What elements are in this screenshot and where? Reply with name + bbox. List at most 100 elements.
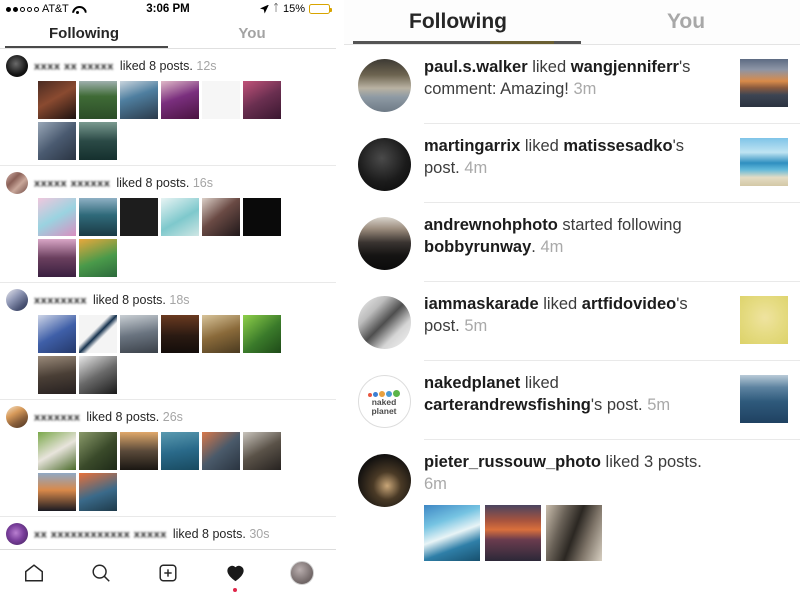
actor-username[interactable]: iammaskarade [424, 295, 539, 313]
thumbnail[interactable] [38, 198, 76, 236]
username-redacted[interactable]: xxxxxxx [34, 412, 80, 423]
tab-following[interactable]: Following [344, 10, 572, 34]
list-item[interactable]: xxxxx xxxxxx liked 8 posts. 16s [0, 166, 336, 283]
thumbnail-wrap [728, 452, 800, 454]
thumbnail[interactable] [120, 198, 158, 236]
thumbnail[interactable] [740, 138, 788, 186]
thumbnail[interactable] [202, 315, 240, 353]
activity-heart-icon[interactable] [215, 558, 255, 592]
thumbnail[interactable] [38, 122, 76, 160]
thumbnail[interactable] [546, 504, 602, 561]
thumbnail[interactable] [243, 81, 281, 119]
tab-following[interactable]: Following [0, 18, 168, 48]
tab-you[interactable]: You [572, 10, 800, 34]
list-item[interactable]: iammaskarade liked artfidovideo's post. … [344, 282, 800, 361]
thumbnail[interactable] [38, 473, 76, 511]
target-username[interactable]: bobbyrunway [424, 238, 531, 256]
actor-username[interactable]: andrewnohphoto [424, 216, 558, 234]
thumbnail[interactable] [202, 432, 240, 470]
thumbnail[interactable] [38, 81, 76, 119]
search-icon[interactable] [81, 558, 121, 588]
avatar[interactable] [6, 172, 28, 194]
thumbnail[interactable] [79, 473, 117, 511]
thumbnail[interactable] [79, 315, 117, 353]
thumbnail[interactable] [161, 198, 199, 236]
avatar-wrap: naked planet [344, 373, 424, 428]
add-post-icon[interactable] [148, 558, 188, 588]
avatar[interactable] [357, 217, 411, 270]
avatar[interactable]: naked planet [357, 375, 411, 428]
list-item[interactable]: xxxx xx xxxxx liked 8 posts. 12s [0, 49, 336, 166]
liked-post-thumbnails[interactable] [38, 81, 316, 160]
thumbnail[interactable] [202, 81, 240, 119]
avatar[interactable] [357, 454, 411, 507]
thumbnail[interactable] [740, 59, 788, 107]
thumbnail[interactable] [243, 198, 281, 236]
thumbnail[interactable] [161, 315, 199, 353]
liked-post-thumbnails[interactable] [424, 504, 720, 561]
following-activity-feed[interactable]: xxxx xx xxxxx liked 8 posts. 12s xxxxx x… [0, 49, 336, 549]
username-redacted[interactable]: xxxxxxxx [34, 295, 87, 306]
target-username[interactable]: carterandrewsfishing [424, 396, 591, 414]
following-activity-feed[interactable]: paul.s.walker liked wangjenniferr's comm… [344, 45, 800, 595]
username-redacted[interactable]: xxxx xx xxxxx [34, 61, 114, 72]
list-item[interactable]: paul.s.walker liked wangjenniferr's comm… [344, 45, 800, 124]
avatar[interactable] [6, 289, 28, 311]
bottom-tab-bar[interactable] [0, 549, 336, 595]
thumbnail[interactable] [485, 504, 541, 561]
avatar[interactable] [357, 296, 411, 349]
profile-avatar[interactable] [282, 558, 322, 588]
activity-text: liked 8 posts. 26s [86, 410, 183, 424]
thumbnail[interactable] [120, 315, 158, 353]
thumbnail[interactable] [243, 315, 281, 353]
avatar[interactable] [357, 59, 411, 112]
thumbnail[interactable] [79, 122, 117, 160]
avatar[interactable] [6, 55, 28, 77]
thumbnail[interactable] [120, 81, 158, 119]
timestamp: 3m [573, 79, 597, 98]
thumbnail[interactable] [79, 81, 117, 119]
liked-post-thumbnails[interactable] [38, 315, 316, 394]
thumbnail[interactable] [161, 432, 199, 470]
thumbnail[interactable] [740, 375, 788, 423]
list-item[interactable]: andrewnohphoto started following bobbyru… [344, 203, 800, 282]
actor-username[interactable]: pieter_russouw_photo [424, 453, 601, 471]
list-item[interactable]: pieter_russouw_photo liked 3 posts. 6m [344, 440, 800, 573]
avatar[interactable] [6, 523, 28, 545]
thumbnail[interactable] [38, 432, 76, 470]
thumbnail[interactable] [38, 315, 76, 353]
list-item[interactable]: martingarrix liked matissesadko's post. … [344, 124, 800, 203]
tab-you[interactable]: You [168, 18, 336, 48]
username-redacted[interactable]: xx xxxxxxxxxxxx xxxxx [34, 529, 167, 540]
target-username[interactable]: matissesadko [563, 137, 672, 155]
thumbnail[interactable] [202, 198, 240, 236]
thumbnail[interactable] [79, 432, 117, 470]
thumbnail[interactable] [740, 296, 788, 344]
home-icon[interactable] [14, 558, 54, 588]
username-redacted[interactable]: xxxxx xxxxxx [34, 178, 110, 189]
actor-username[interactable]: paul.s.walker [424, 58, 528, 76]
target-username[interactable]: wangjenniferr [571, 58, 679, 76]
avatar[interactable] [290, 560, 315, 585]
thumbnail[interactable] [79, 239, 117, 277]
actor-username[interactable]: nakedplanet [424, 374, 520, 392]
list-item[interactable]: xx xxxxxxxxxxxx xxxxx liked 8 posts. 30s [0, 517, 336, 549]
thumbnail[interactable] [38, 356, 76, 394]
avatar[interactable] [6, 406, 28, 428]
thumbnail[interactable] [79, 198, 117, 236]
avatar[interactable] [357, 138, 411, 191]
activity-text: martingarrix liked matissesadko's post. … [424, 137, 684, 177]
thumbnail[interactable] [120, 432, 158, 470]
thumbnail[interactable] [38, 239, 76, 277]
liked-post-thumbnails[interactable] [38, 198, 316, 277]
list-item[interactable]: xxxxxxx liked 8 posts. 26s [0, 400, 336, 517]
target-username[interactable]: artfidovideo [582, 295, 676, 313]
list-item[interactable]: naked planet nakedplanet liked carterand… [344, 361, 800, 440]
list-item[interactable]: xxxxxxxx liked 8 posts. 18s [0, 283, 336, 400]
thumbnail[interactable] [79, 356, 117, 394]
thumbnail[interactable] [161, 81, 199, 119]
thumbnail[interactable] [243, 432, 281, 470]
actor-username[interactable]: martingarrix [424, 137, 520, 155]
thumbnail[interactable] [424, 504, 480, 561]
liked-post-thumbnails[interactable] [38, 432, 316, 511]
